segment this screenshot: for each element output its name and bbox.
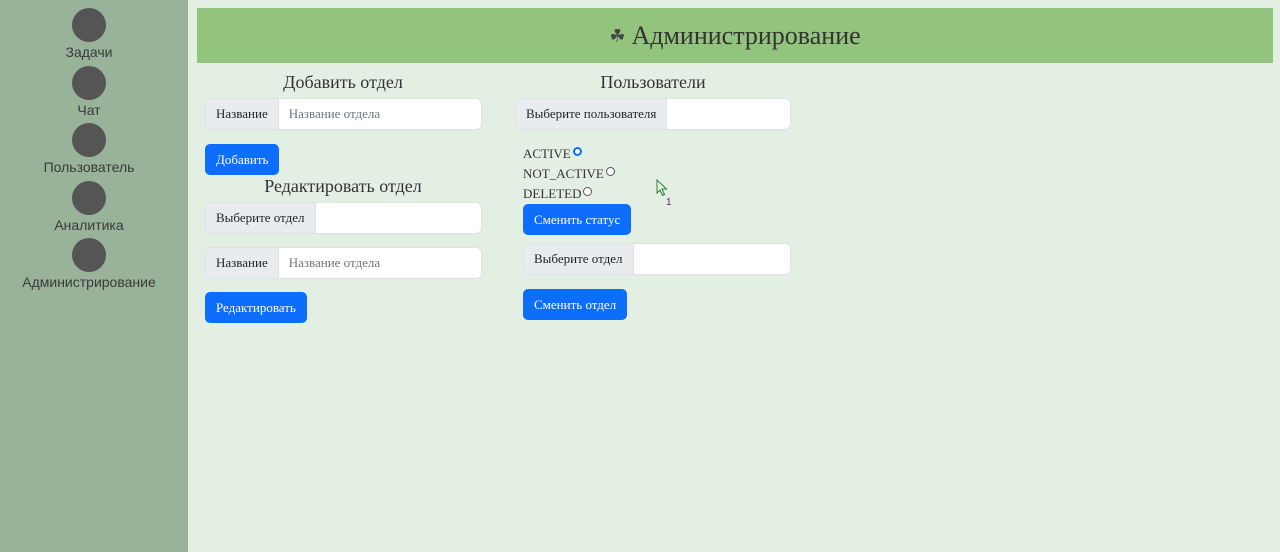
user-icon [72,123,106,157]
add-department-name-label: Название [206,99,279,129]
add-department-button[interactable]: Добавить [205,144,280,175]
status-label-deleted: DELETED [523,186,582,201]
edit-department-select-input[interactable] [315,203,481,233]
change-department-button[interactable]: Сменить отдел [523,289,628,320]
sidebar-item-chat[interactable]: Чат [0,66,178,118]
sidebar-item-label: Аналитика [54,217,124,233]
sidebar-item-analytics[interactable]: Аналитика [0,181,178,233]
admin-icon: ☘ [609,26,626,46]
edit-department-name-label: Название [206,248,279,278]
edit-department-select-group: Выберите отдел [205,202,482,234]
page-title: Администрирование [631,20,861,50]
users-title: Пользователи [600,72,706,92]
status-label-not-active: NOT_ACTIVE [523,166,604,181]
select-department-input[interactable] [633,244,790,274]
status-option-active: ACTIVE [523,146,582,162]
mouse-cursor-icon [656,179,668,197]
analytics-icon [72,181,106,215]
edit-department-title: Редактировать отдел [264,176,422,196]
sidebar-item-label: Администрирование [22,274,156,290]
sidebar-item-user[interactable]: Пользователь [0,123,178,175]
tasks-icon [72,8,106,42]
select-user-group: Выберите пользователя [515,98,791,130]
edit-department-name-group: Название [205,247,482,279]
edit-department-name-input[interactable] [278,248,481,278]
chat-icon [72,66,106,100]
select-user-label: Выберите пользователя [516,99,668,129]
edit-department-button[interactable]: Редактировать [205,292,307,323]
status-radio-deleted[interactable] [583,186,593,196]
add-department-title: Добавить отдел [283,72,403,92]
status-radio-active[interactable] [572,146,582,156]
sidebar: Задачи Чат Пользователь Аналитика Админи… [0,0,188,552]
cursor-badge: 1 [666,197,672,208]
sidebar-item-administration[interactable]: Администрирование [0,238,178,290]
edit-department-select-label: Выберите отдел [206,203,316,233]
status-option-deleted: DELETED [523,186,593,202]
change-status-button[interactable]: Сменить статус [523,204,632,235]
page-header: ☘ Администрирование [197,8,1273,63]
select-department-group: Выберите отдел [523,243,791,275]
select-user-input[interactable] [667,99,790,129]
sidebar-item-tasks[interactable]: Задачи [0,8,178,60]
add-department-name-group: Название [205,98,482,130]
status-radio-not-active[interactable] [605,166,615,176]
sidebar-item-label: Задачи [65,44,113,60]
sidebar-item-label: Чат [77,102,101,118]
administration-icon [72,238,106,272]
add-department-name-input[interactable] [278,99,481,129]
status-option-not-active: NOT_ACTIVE [523,166,615,182]
sidebar-item-label: Пользователь [43,159,135,175]
status-label-active: ACTIVE [523,146,571,161]
select-department-label: Выберите отдел [524,244,634,274]
